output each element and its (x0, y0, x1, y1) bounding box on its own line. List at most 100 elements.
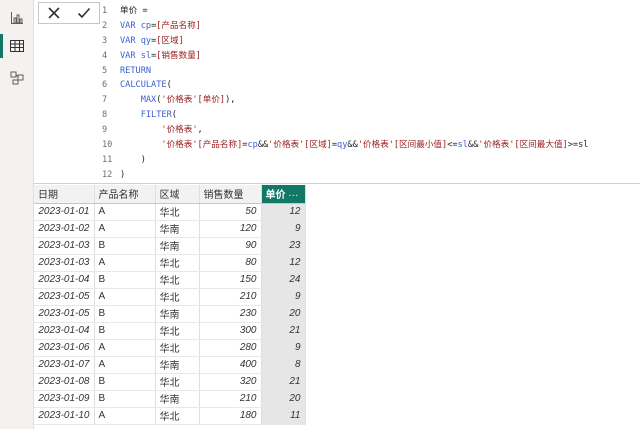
cell-product[interactable]: B (94, 373, 156, 391)
table-row[interactable]: 2023-01-04 B 华北 300 21 (34, 322, 306, 340)
cell-unit-price[interactable]: 21 (261, 322, 306, 340)
table-row[interactable]: 2023-01-09 B 华南 210 20 (34, 390, 306, 408)
cell-region[interactable]: 华北 (155, 288, 200, 306)
cell-unit-price[interactable]: 23 (261, 237, 306, 255)
cell-product[interactable]: B (94, 305, 156, 323)
dax-formula-editor[interactable]: 1 单价 = 2 VAR cp=[产品名称] 3 VAR qy=[区域] 4 VAR sl=[… (102, 4, 638, 183)
cell-product[interactable]: B (94, 322, 156, 340)
cell-unit-price[interactable]: 9 (261, 220, 306, 238)
cell-region[interactable]: 华南 (155, 220, 200, 238)
cell-date[interactable]: 2023-01-05 (34, 288, 95, 306)
cell-region[interactable]: 华南 (155, 390, 200, 408)
cell-quantity[interactable]: 120 (199, 220, 262, 238)
cell-quantity[interactable]: 280 (199, 339, 262, 357)
cell-product[interactable]: A (94, 254, 156, 272)
cell-quantity[interactable]: 80 (199, 254, 262, 272)
cell-quantity[interactable]: 210 (199, 288, 262, 306)
cell-quantity[interactable]: 50 (199, 203, 262, 221)
table-row[interactable]: 2023-01-05 B 华南 230 20 (34, 305, 306, 323)
column-header-date[interactable]: 日期 (34, 185, 95, 204)
cell-date[interactable]: 2023-01-09 (34, 390, 95, 408)
table-view-button[interactable] (0, 34, 29, 58)
table-row[interactable]: 2023-01-10 A 华北 180 11 (34, 407, 306, 425)
code-token: sl (457, 140, 468, 151)
column-header-region[interactable]: 区域 (155, 185, 200, 204)
code-token: ), (225, 95, 236, 106)
cell-date[interactable]: 2023-01-04 (34, 322, 95, 340)
cell-unit-price[interactable]: 20 (261, 305, 306, 323)
report-view-button[interactable] (5, 6, 29, 30)
cell-region[interactable]: 华北 (155, 373, 200, 391)
cell-region[interactable]: 华南 (155, 237, 200, 255)
cell-region[interactable]: 华北 (155, 271, 200, 289)
line-number: 3 (102, 35, 108, 46)
cell-date[interactable]: 2023-01-08 (34, 373, 95, 391)
table-row[interactable]: 2023-01-02 A 华南 120 9 (34, 220, 306, 238)
cell-region[interactable]: 华北 (155, 407, 200, 425)
cell-product[interactable]: B (94, 271, 156, 289)
cell-unit-price[interactable]: 9 (261, 288, 306, 306)
code-text: VAR sl=[销售数量] (120, 49, 201, 64)
code-text: FILTER( (120, 108, 177, 123)
table-row[interactable]: 2023-01-04 B 华北 150 24 (34, 271, 306, 289)
cell-product[interactable]: A (94, 288, 156, 306)
cell-unit-price[interactable]: 8 (261, 356, 306, 374)
cell-quantity[interactable]: 90 (199, 237, 262, 255)
cell-unit-price[interactable]: 11 (261, 407, 306, 425)
cell-quantity[interactable]: 230 (199, 305, 262, 323)
cell-product[interactable]: A (94, 220, 156, 238)
column-header-product[interactable]: 产品名称 (94, 185, 156, 204)
cell-region[interactable]: 华南 (155, 356, 200, 374)
cell-date[interactable]: 2023-01-04 (34, 271, 95, 289)
cell-date[interactable]: 2023-01-03 (34, 254, 95, 272)
table-row[interactable]: 2023-01-05 A 华北 210 9 (34, 288, 306, 306)
cell-date[interactable]: 2023-01-01 (34, 203, 95, 221)
cell-quantity[interactable]: 180 (199, 407, 262, 425)
cell-region[interactable]: 华北 (155, 322, 200, 340)
cell-quantity[interactable]: 300 (199, 322, 262, 340)
model-view-button[interactable] (5, 66, 29, 90)
code-text: CALCULATE( (120, 78, 172, 93)
cell-unit-price[interactable]: 9 (261, 339, 306, 357)
cell-quantity[interactable]: 400 (199, 356, 262, 374)
column-header-quantity[interactable]: 销售数量 (199, 185, 262, 204)
cell-product[interactable]: B (94, 390, 156, 408)
column-menu-icon[interactable]: ··· (288, 190, 298, 201)
table-row[interactable]: 2023-01-07 A 华南 400 8 (34, 356, 306, 374)
cell-unit-price[interactable]: 12 (261, 203, 306, 221)
cell-product[interactable]: A (94, 407, 156, 425)
table-row[interactable]: 2023-01-01 A 华北 50 12 (34, 203, 306, 221)
cell-unit-price[interactable]: 12 (261, 254, 306, 272)
cell-region[interactable]: 华南 (155, 305, 200, 323)
cell-date[interactable]: 2023-01-05 (34, 305, 95, 323)
table-row[interactable]: 2023-01-06 A 华北 280 9 (34, 339, 306, 357)
cell-date[interactable]: 2023-01-02 (34, 220, 95, 238)
cell-unit-price[interactable]: 24 (261, 271, 306, 289)
commit-formula-button[interactable] (73, 3, 95, 23)
code-text: '价格表', (120, 123, 202, 138)
cell-unit-price[interactable]: 20 (261, 390, 306, 408)
cell-date[interactable]: 2023-01-03 (34, 237, 95, 255)
cell-product[interactable]: A (94, 339, 156, 357)
cell-unit-price[interactable]: 21 (261, 373, 306, 391)
table-row[interactable]: 2023-01-08 B 华北 320 21 (34, 373, 306, 391)
cell-region[interactable]: 华北 (155, 254, 200, 272)
table-row[interactable]: 2023-01-03 B 华南 90 23 (34, 237, 306, 255)
cell-region[interactable]: 华北 (155, 203, 200, 221)
code-token: sl (140, 50, 152, 61)
cell-product[interactable]: A (94, 203, 156, 221)
cancel-formula-button[interactable] (43, 3, 65, 23)
cell-product[interactable]: A (94, 356, 156, 374)
cell-product[interactable]: B (94, 237, 156, 255)
code-text: 单价 = (120, 4, 148, 19)
cell-date[interactable]: 2023-01-07 (34, 356, 95, 374)
cell-quantity[interactable]: 320 (199, 373, 262, 391)
cell-date[interactable]: 2023-01-10 (34, 407, 95, 425)
cell-quantity[interactable]: 150 (199, 271, 262, 289)
column-header-unit-price[interactable]: 单价 ··· (261, 185, 306, 204)
cell-quantity[interactable]: 210 (199, 390, 262, 408)
cell-date[interactable]: 2023-01-06 (34, 339, 95, 357)
table-row[interactable]: 2023-01-03 A 华北 80 12 (34, 254, 306, 272)
cell-region[interactable]: 华北 (155, 339, 200, 357)
